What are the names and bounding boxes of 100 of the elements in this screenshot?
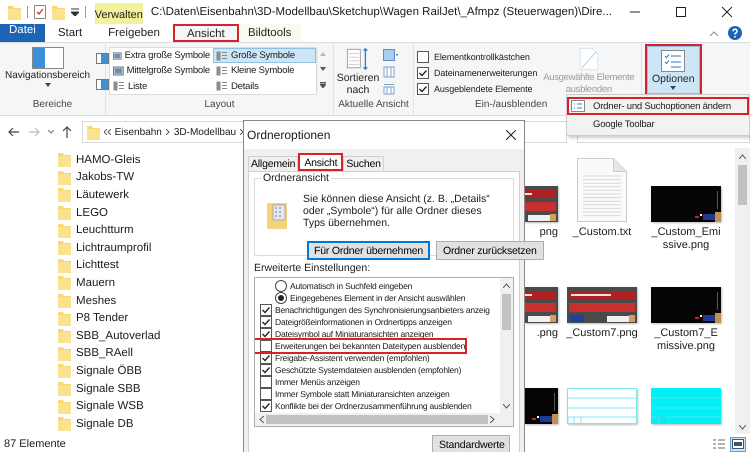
dialog-tab[interactable]: Allgemein [248,156,298,171]
dialog-tab[interactable]: Suchen [343,156,384,171]
radio-button[interactable] [275,292,287,304]
layout-option[interactable]: Details [213,78,316,94]
radio-button[interactable] [275,280,287,292]
breadcrumb[interactable]: Eisenbahn [114,126,162,138]
dialog-tab[interactable]: Ansicht [298,153,344,171]
folder-item[interactable]: Meshes [0,292,250,310]
checkbox[interactable] [260,316,272,328]
layout-option[interactable]: Große Symbole [213,48,316,63]
scroll-down-icon[interactable] [739,425,746,430]
dialog-button[interactable]: Ordner zurücksetzen [436,241,544,260]
setting-row[interactable]: Erweiterungen bei bekannten Dateitypen ausblenden [255,340,466,352]
navigation-pane-button[interactable]: Navigationsbereich [3,46,92,97]
scroll-right-icon[interactable] [490,416,495,423]
layout-option[interactable]: Mittelgroße Symbole [110,63,213,78]
help-icon[interactable] [728,26,742,40]
setting-row[interactable]: Freigabe-Assistent verwenden (empfohlen) [255,352,430,364]
checkbox[interactable] [417,51,429,63]
setting-row[interactable]: Automatisch in Suchfeld eingeben [255,280,412,292]
folder-item[interactable]: Leuchtturm [0,221,250,239]
folder-item[interactable]: Lichttest [0,256,250,274]
setting-row[interactable]: Eingegebenes Element in der Ansicht auswählen [255,292,466,304]
scrollbar[interactable] [500,278,513,413]
checkbox[interactable] [260,340,272,352]
checkbox[interactable] [260,400,272,412]
ribbon-tab[interactable]: Bildtools [238,24,301,42]
group-by-icon[interactable] [383,48,399,60]
view-icon [113,66,124,76]
setting-row[interactable]: Geschützte Systemdateien ausblenden (empfohlen) [255,364,462,376]
chevron-icon[interactable] [166,129,170,135]
customize-icon[interactable] [71,8,79,16]
setting-row[interactable]: Immer Symbole statt Miniaturansichten anzeigen [255,388,450,400]
scroll-down-icon[interactable] [320,66,326,71]
checkbox[interactable] [260,304,272,316]
file-name[interactable]: _Custom7.png [566,327,638,340]
folder-icon [58,275,71,290]
scrollbar-thumb[interactable] [738,165,747,205]
properties-icon[interactable] [34,5,46,19]
horizontal-scrollbar[interactable] [255,413,513,426]
ribbon-tab[interactable]: Freigeben [95,24,173,42]
recent-icon[interactable] [48,130,54,134]
checkbox[interactable] [417,67,429,79]
scroll-up-icon[interactable] [503,283,510,288]
folder-item[interactable]: SBB_RAell [0,344,250,362]
folder-item[interactable]: Läutewerk [0,186,250,204]
defaults-button[interactable]: Standardwerte [432,435,510,452]
collapse-ribbon-icon[interactable] [710,30,718,36]
close-icon[interactable] [506,130,516,140]
layout-option[interactable]: Liste [110,78,213,94]
menu-item[interactable]: Google Toolbar [567,115,749,133]
large-icons-view-button[interactable] [730,436,746,452]
setting-row[interactable]: Benachrichtigungen des Synchronisierungsanbieters anzeig [255,304,490,316]
menu-item[interactable]: Ordner- und Suchoptionen ändern [567,97,749,115]
setting-row[interactable]: Konflikte bei der Ordnerzusammenführung ausblenden [255,400,472,412]
scrollbar-thumb[interactable] [266,415,488,424]
scrollbar[interactable] [735,148,750,434]
folder-item[interactable]: Lichtraumprofil [0,238,250,257]
folder-item[interactable]: LEGO [0,204,250,222]
setting-row[interactable]: Dateisymbol auf Miniaturansichten anzeigen [255,328,434,340]
checkbox[interactable] [260,364,272,376]
folder-item[interactable]: Signale ÖBB [0,362,250,380]
folder-item[interactable]: HAMO-Gleis [0,151,250,169]
up-icon[interactable] [62,126,72,138]
setting-row[interactable]: Dateigrößeinformationen in Ordnertipps anzeigen [255,316,452,328]
ribbon-tab[interactable]: Ansicht [172,24,239,42]
folder-item[interactable]: Signale SBB [0,380,250,398]
folder-item[interactable]: Mauern [0,274,250,292]
checkbox[interactable] [417,83,429,95]
checkbox[interactable] [260,328,272,340]
back-icon[interactable] [8,127,20,137]
file-name[interactable]: _Custom7_Emissive.png [650,327,722,353]
item-count: 87 Elemente [4,438,66,450]
options-button[interactable]: Optionen [647,46,700,94]
breadcrumb[interactable]: 3D-Modellbau [174,126,236,138]
scrollbar-thumb[interactable] [502,294,511,330]
sort-button[interactable]: Sortieren nach [337,46,379,97]
layout-option[interactable]: Extra große Symbole [110,48,213,63]
details-view-button[interactable] [711,436,727,452]
layout-option[interactable]: Kleine Symbole [213,63,316,78]
ribbon-tab[interactable]: Start [44,24,96,42]
file-name[interactable]: _Custom.txt [566,226,638,239]
preview-pane-icon[interactable] [96,53,110,64]
file-name[interactable]: _Custom_Emissive.png [650,226,722,252]
ribbon-tab[interactable]: Datei [0,24,45,42]
folder-item[interactable]: SBB_Autoverlad [0,326,250,345]
folder-item[interactable]: Signale DB [0,414,250,432]
folder-item[interactable]: Jakobs-TW [0,168,250,186]
checkbox[interactable] [260,376,272,388]
details-pane-icon[interactable] [96,78,110,90]
dialog-button[interactable]: Für Ordner übernehmen [307,241,430,260]
checkbox[interactable] [260,388,272,400]
folder-item[interactable]: Signale WSB [0,397,250,415]
folder-item[interactable]: P8 Tender [0,309,250,327]
more-icon[interactable] [320,82,326,88]
scroll-left-icon[interactable] [259,416,264,423]
setting-row[interactable]: Immer Menüs anzeigen [255,376,360,388]
scroll-up-icon[interactable] [739,154,746,159]
scroll-down-icon[interactable] [503,404,510,409]
chevron-icon[interactable] [240,129,244,135]
